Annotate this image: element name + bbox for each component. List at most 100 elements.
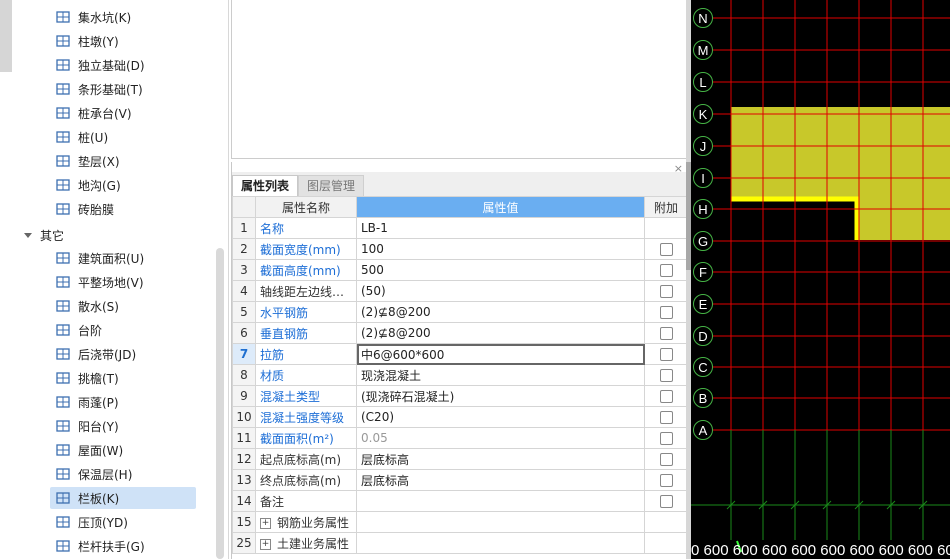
tree-item[interactable]: 桩(U): [50, 126, 196, 148]
tree-item[interactable]: 平整场地(V): [50, 271, 196, 293]
table-row[interactable]: 8 材质 现浇混凝土: [232, 364, 688, 386]
tree-item-label: 桩承台(V): [78, 106, 132, 121]
expand-icon[interactable]: +: [260, 538, 271, 550]
tree-item[interactable]: 独立基础(D): [50, 54, 196, 76]
tree-item[interactable]: 地沟(G): [50, 174, 196, 196]
row-index: 4: [232, 280, 256, 302]
tree-item[interactable]: 屋面(W): [50, 439, 196, 461]
tab-layer-management[interactable]: 图层管理: [298, 175, 365, 197]
tree-group-label: 其它: [40, 228, 65, 243]
attach-checkbox[interactable]: [659, 453, 673, 466]
tab-property-list[interactable]: 属性列表: [232, 175, 299, 197]
attach-checkbox[interactable]: [659, 390, 673, 403]
attach-checkbox[interactable]: [659, 432, 673, 445]
attach-checkbox[interactable]: [659, 348, 673, 361]
attach-checkbox[interactable]: [659, 369, 673, 382]
table-row[interactable]: 9 混凝土类型 (现浇碎石混凝土): [232, 385, 688, 407]
table-row[interactable]: 5 水平钢筋 (2)⊈8@200: [232, 301, 688, 323]
tree-item[interactable]: 砖胎膜: [50, 198, 196, 220]
table-row[interactable]: 7 拉筋 中6@600*600: [232, 343, 688, 365]
tree-item[interactable]: 保温层(H): [50, 463, 196, 485]
attach-cell: [644, 385, 688, 407]
expand-icon[interactable]: +: [260, 517, 271, 529]
tree-item[interactable]: 柱墩(Y): [50, 30, 196, 52]
table-row[interactable]: 1 名称 LB-1: [232, 217, 688, 239]
property-name[interactable]: + 钢筋业务属性: [255, 511, 357, 533]
property-name[interactable]: + 土建业务属性: [255, 532, 357, 554]
property-value[interactable]: 100: [356, 238, 645, 260]
attach-checkbox[interactable]: [659, 264, 673, 277]
header-property-value[interactable]: 属性值: [356, 196, 645, 218]
property-value[interactable]: 现浇混凝土: [356, 364, 645, 386]
table-row[interactable]: 11 截面面积(m²) 0.05: [232, 427, 688, 449]
drawing-canvas[interactable]: NMLKJIHGFEDCBA 0 600 600 600 600 600 600…: [691, 0, 950, 559]
tree-item[interactable]: 散水(S): [50, 295, 196, 317]
tree-item[interactable]: 条形基础(T): [50, 78, 196, 100]
attach-checkbox[interactable]: [659, 327, 673, 340]
tree-item[interactable]: 压顶(YD): [50, 511, 196, 533]
tree-item-label: 后浇带(JD): [78, 347, 137, 362]
tree-scrollbar-thumb[interactable]: [216, 248, 224, 559]
property-name-text: 垂直钢筋: [260, 326, 309, 341]
tree-scrollbar-thumb-left[interactable]: [0, 0, 12, 72]
tree-item[interactable]: 桩承台(V): [50, 102, 196, 124]
property-value[interactable]: (C20): [356, 406, 645, 428]
property-value[interactable]: (50): [356, 280, 645, 302]
tree-item-label: 阳台(Y): [78, 419, 119, 434]
property-value[interactable]: [356, 511, 645, 533]
property-value[interactable]: (2)⊈8@200: [356, 301, 645, 323]
attach-checkbox[interactable]: [659, 474, 673, 487]
attach-checkbox[interactable]: [659, 285, 673, 298]
property-name: 混凝土类型: [255, 385, 357, 407]
property-value[interactable]: [356, 532, 645, 554]
property-name-text: 截面高度(mm): [260, 263, 341, 278]
table-row[interactable]: 12 起点底标高(m) 层底标高: [232, 448, 688, 470]
attach-checkbox[interactable]: [659, 495, 673, 508]
property-value[interactable]: 层底标高: [356, 448, 645, 470]
collapse-caret-icon[interactable]: [24, 232, 32, 238]
tree-item[interactable]: 挑檐(T): [50, 367, 196, 389]
table-row[interactable]: 6 垂直钢筋 (2)⊈8@200: [232, 322, 688, 344]
property-value[interactable]: LB-1: [356, 217, 645, 239]
row-index: 3: [232, 259, 256, 281]
row-index: 15: [232, 511, 256, 533]
header-attach[interactable]: 附加: [644, 196, 688, 218]
property-name: 拉筋: [255, 343, 357, 365]
tree-item[interactable]: 后浇带(JD): [50, 343, 196, 365]
property-value[interactable]: 层底标高: [356, 469, 645, 491]
property-value[interactable]: [356, 490, 645, 512]
tree-item[interactable]: 集水坑(K): [50, 6, 196, 28]
table-row[interactable]: 10 混凝土强度等级 (C20): [232, 406, 688, 428]
tree-item[interactable]: 雨蓬(P): [50, 391, 196, 413]
axis-label: K: [693, 104, 713, 124]
property-name: 名称: [255, 217, 357, 239]
tree-item[interactable]: 垫层(X): [50, 150, 196, 172]
tree-item[interactable]: 栏板(K): [50, 487, 196, 509]
attach-checkbox[interactable]: [659, 306, 673, 319]
axis-label: D: [693, 326, 713, 346]
tree-item[interactable]: 台阶: [50, 319, 196, 341]
table-row[interactable]: 25 + 土建业务属性: [232, 532, 688, 554]
table-row[interactable]: 3 截面高度(mm) 500: [232, 259, 688, 281]
property-value[interactable]: 中6@600*600: [356, 343, 645, 365]
tree-item[interactable]: 阳台(Y): [50, 415, 196, 437]
property-value[interactable]: 500: [356, 259, 645, 281]
cushion-icon: [54, 152, 72, 170]
property-value[interactable]: (现浇碎石混凝土): [356, 385, 645, 407]
tree-group-other[interactable]: 其它: [24, 224, 64, 246]
slab-cutout: [731, 199, 857, 240]
header-property-name[interactable]: 属性名称: [255, 196, 357, 218]
table-row[interactable]: 4 轴线距左边线距... (50): [232, 280, 688, 302]
tree-item-label: 垫层(X): [78, 154, 120, 169]
table-row[interactable]: 13 终点底标高(m) 层底标高: [232, 469, 688, 491]
tree-item[interactable]: 栏杆扶手(G): [50, 535, 196, 557]
table-row[interactable]: 15 + 钢筋业务属性: [232, 511, 688, 533]
table-row[interactable]: 2 截面宽度(mm) 100: [232, 238, 688, 260]
property-value[interactable]: 0.05: [356, 427, 645, 449]
tree-item[interactable]: 建筑面积(U): [50, 247, 196, 269]
table-row[interactable]: 14 备注: [232, 490, 688, 512]
property-value[interactable]: (2)⊈8@200: [356, 322, 645, 344]
tree-item-label: 独立基础(D): [78, 58, 145, 73]
attach-checkbox[interactable]: [659, 411, 673, 424]
attach-checkbox[interactable]: [659, 243, 673, 256]
